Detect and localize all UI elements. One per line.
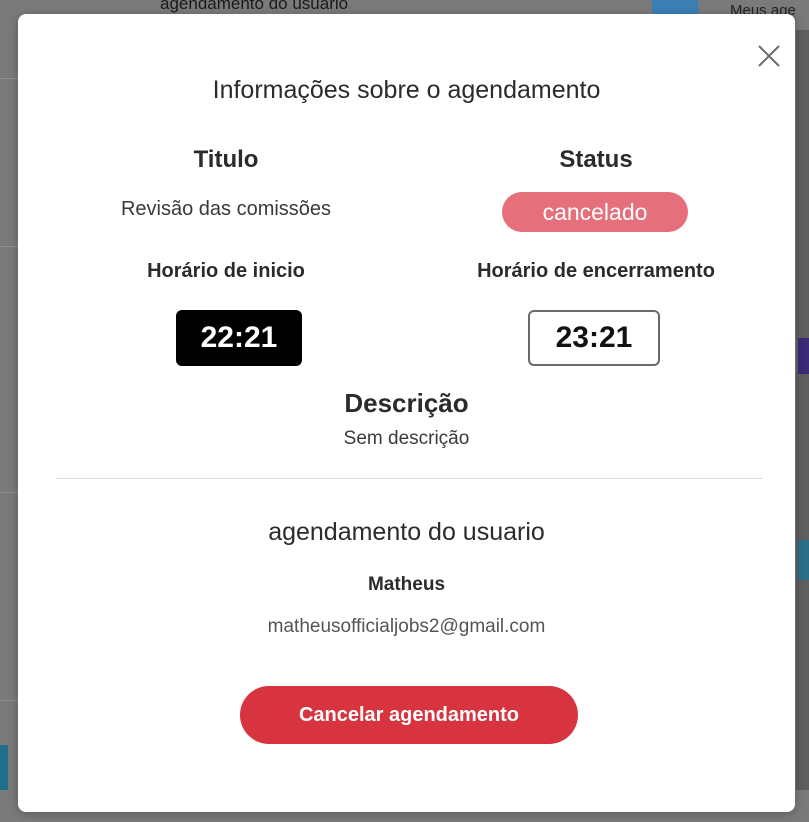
- background-badge: [798, 540, 809, 580]
- background-divider: [0, 78, 18, 79]
- background-divider: [0, 492, 18, 493]
- background-divider: [0, 246, 18, 247]
- cancel-appointment-button[interactable]: Cancelar agendamento: [240, 686, 578, 744]
- close-icon: [758, 45, 780, 67]
- status-label: Status: [559, 146, 633, 173]
- end-time-value: 23:21: [528, 310, 660, 366]
- close-button[interactable]: [757, 44, 781, 68]
- description-value: Sem descrição: [343, 428, 470, 449]
- background-divider: [0, 700, 18, 701]
- user-email: matheusofficialjobs2@gmail.com: [267, 616, 546, 637]
- description-label: Descrição: [344, 388, 469, 418]
- user-name: Matheus: [367, 574, 446, 595]
- user-section-title: agendamento do usuario: [268, 518, 545, 546]
- title-value: Revisão das comissões: [120, 198, 332, 220]
- title-label: Titulo: [193, 146, 259, 173]
- status-badge: cancelado: [502, 192, 688, 232]
- start-time-label: Horário de inicio: [147, 260, 305, 282]
- modal-title: Informações sobre o agendamento: [212, 76, 601, 104]
- background-badge: [798, 338, 809, 374]
- appointment-info-modal: Informações sobre o agendamento Titulo S…: [18, 14, 795, 812]
- background-heading: agendamento do usuario: [160, 0, 349, 13]
- end-time-label: Horário de encerramento: [477, 260, 715, 282]
- background-badge: [0, 745, 8, 790]
- section-divider: [56, 478, 763, 479]
- start-time-value: 22:21: [176, 310, 302, 366]
- background-button: [652, 0, 698, 14]
- background-sidebar: [796, 30, 809, 790]
